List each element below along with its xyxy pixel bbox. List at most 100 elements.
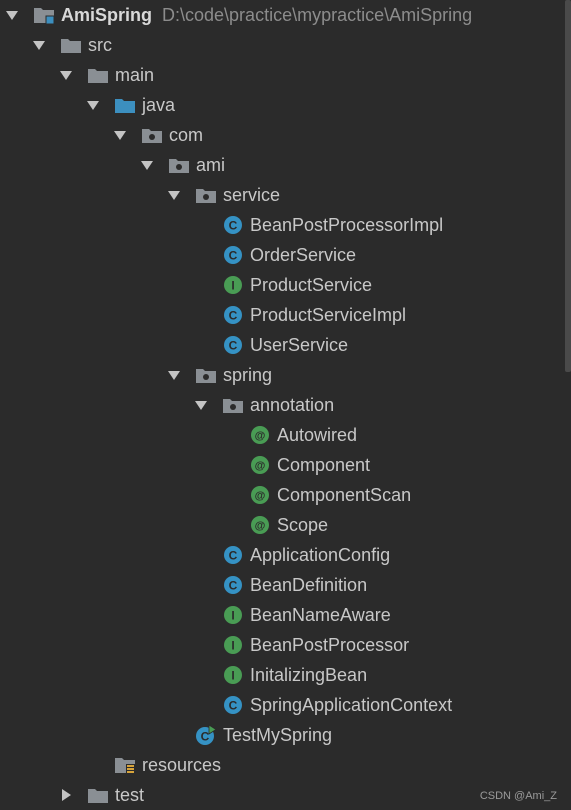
tree-node-label: service — [223, 185, 281, 205]
svg-text:@: @ — [255, 460, 266, 472]
module-folder-icon — [33, 0, 57, 30]
tree-node-orderservice[interactable]: C OrderService — [0, 240, 565, 270]
tree-node-java[interactable]: java — [0, 90, 565, 120]
svg-text:@: @ — [255, 490, 266, 502]
interface-icon: I — [222, 270, 246, 300]
tree-node-label: main — [115, 65, 155, 85]
folder-icon — [87, 780, 111, 810]
tree-node-beanpostprocessorimpl[interactable]: C BeanPostProcessorImpl — [0, 210, 565, 240]
annotation-icon: @ — [249, 510, 273, 540]
chevron-down-icon[interactable] — [30, 30, 48, 60]
package-icon — [141, 120, 165, 150]
tree-node-amispring[interactable]: AmiSpring D:\code\practice\mypractice\Ami… — [0, 0, 565, 30]
class-icon: C — [222, 570, 246, 600]
tree-node-componentscan[interactable]: @ ComponentScan — [0, 480, 565, 510]
annotation-icon: @ — [249, 480, 273, 510]
annotation-icon: @ — [249, 420, 273, 450]
folder-icon — [60, 30, 84, 60]
tree-node-label: spring — [223, 365, 273, 385]
tree-node-ami[interactable]: ami — [0, 150, 565, 180]
tree-node-label: UserService — [250, 335, 349, 355]
tree-node-userservice[interactable]: C UserService — [0, 330, 565, 360]
folder-icon — [87, 60, 111, 90]
tree-node-label: BeanNameAware — [250, 605, 391, 625]
svg-text:C: C — [229, 309, 238, 323]
svg-text:@: @ — [255, 520, 266, 532]
tree-node-label: SpringApplicationContext — [250, 695, 453, 715]
tree-node-label: ApplicationConfig — [250, 545, 391, 565]
tree-node-component[interactable]: @ Component — [0, 450, 565, 480]
tree-node-label: annotation — [250, 395, 335, 415]
tree-node-label: ComponentScan — [277, 485, 412, 505]
vertical-scrollbar[interactable] — [565, 0, 571, 372]
tree-node-label: ProductService — [250, 275, 373, 295]
svg-text:C: C — [229, 249, 238, 263]
tree-node-testmyspring[interactable]: C TestMySpring — [0, 720, 565, 750]
svg-text:C: C — [229, 219, 238, 233]
chevron-right-icon[interactable] — [57, 780, 75, 810]
tree-node-service[interactable]: service — [0, 180, 565, 210]
class-icon: C — [222, 690, 246, 720]
tree-node-annotation[interactable]: annotation — [0, 390, 565, 420]
tree-node-label: AmiSpring — [61, 5, 153, 25]
tree-node-main[interactable]: main — [0, 60, 565, 90]
tree-node-beandefinition[interactable]: C BeanDefinition — [0, 570, 565, 600]
tree-node-label: com — [169, 125, 204, 145]
chevron-down-icon[interactable] — [3, 0, 21, 30]
tree-node-initalizingbean[interactable]: I InitalizingBean — [0, 660, 565, 690]
resources-folder-icon — [114, 750, 138, 780]
tree-node-springapplicationcontext[interactable]: C SpringApplicationContext — [0, 690, 565, 720]
svg-text:C: C — [229, 579, 238, 593]
interface-icon: I — [222, 600, 246, 630]
class-icon: C — [222, 210, 246, 240]
tree-node-label: ProductServiceImpl — [250, 305, 407, 325]
class-icon: C — [222, 540, 246, 570]
tree-node-label: java — [142, 95, 176, 115]
chevron-down-icon[interactable] — [165, 180, 183, 210]
chevron-down-icon[interactable] — [84, 90, 102, 120]
chevron-down-icon[interactable] — [192, 390, 210, 420]
interface-icon: I — [222, 630, 246, 660]
runnable-class-icon: C — [194, 720, 218, 750]
watermark: CSDN @Ami_Z — [479, 790, 557, 802]
tree-node-label: src — [88, 35, 112, 55]
svg-text:I: I — [231, 669, 234, 683]
class-icon: C — [222, 300, 246, 330]
project-path: D:\code\practice\mypractice\AmiSpring — [162, 5, 473, 25]
interface-icon: I — [222, 660, 246, 690]
chevron-down-icon[interactable] — [138, 150, 156, 180]
source-root-folder-icon — [114, 90, 138, 120]
svg-text:C: C — [201, 730, 210, 744]
chevron-down-icon[interactable] — [165, 360, 183, 390]
tree-node-label: ami — [196, 155, 226, 175]
tree-node-applicationconfig[interactable]: C ApplicationConfig — [0, 540, 565, 570]
tree-node-scope[interactable]: @ Scope — [0, 510, 565, 540]
chevron-down-icon[interactable] — [57, 60, 75, 90]
svg-text:C: C — [229, 699, 238, 713]
svg-text:I: I — [231, 609, 234, 623]
project-tree: AmiSpring D:\code\practice\mypractice\Ami… — [0, 0, 571, 809]
tree-node-label: Component — [277, 455, 371, 475]
tree-node-resources[interactable]: resources — [0, 750, 565, 780]
tree-node-label: BeanDefinition — [250, 575, 368, 595]
tree-node-label: BeanPostProcessorImpl — [250, 215, 444, 235]
tree-node-label: BeanPostProcessor — [250, 635, 410, 655]
tree-node-label: test — [115, 785, 145, 805]
tree-node-productservice[interactable]: I ProductService — [0, 270, 565, 300]
tree-node-src[interactable]: src — [0, 30, 565, 60]
tree-node-label: Autowired — [277, 425, 358, 445]
tree-node-spring[interactable]: spring — [0, 360, 565, 390]
package-icon — [195, 360, 219, 390]
svg-text:C: C — [229, 339, 238, 353]
svg-text:@: @ — [255, 430, 266, 442]
package-icon — [195, 180, 219, 210]
chevron-down-icon[interactable] — [111, 120, 129, 150]
tree-node-beannameaware[interactable]: I BeanNameAware — [0, 600, 565, 630]
tree-node-label: Scope — [277, 515, 329, 535]
package-icon — [222, 390, 246, 420]
tree-node-com[interactable]: com — [0, 120, 565, 150]
tree-node-productserviceimpl[interactable]: C ProductServiceImpl — [0, 300, 565, 330]
tree-node-label: TestMySpring — [223, 725, 333, 745]
tree-node-beanpostprocessor[interactable]: I BeanPostProcessor — [0, 630, 565, 660]
tree-node-autowired[interactable]: @ Autowired — [0, 420, 565, 450]
